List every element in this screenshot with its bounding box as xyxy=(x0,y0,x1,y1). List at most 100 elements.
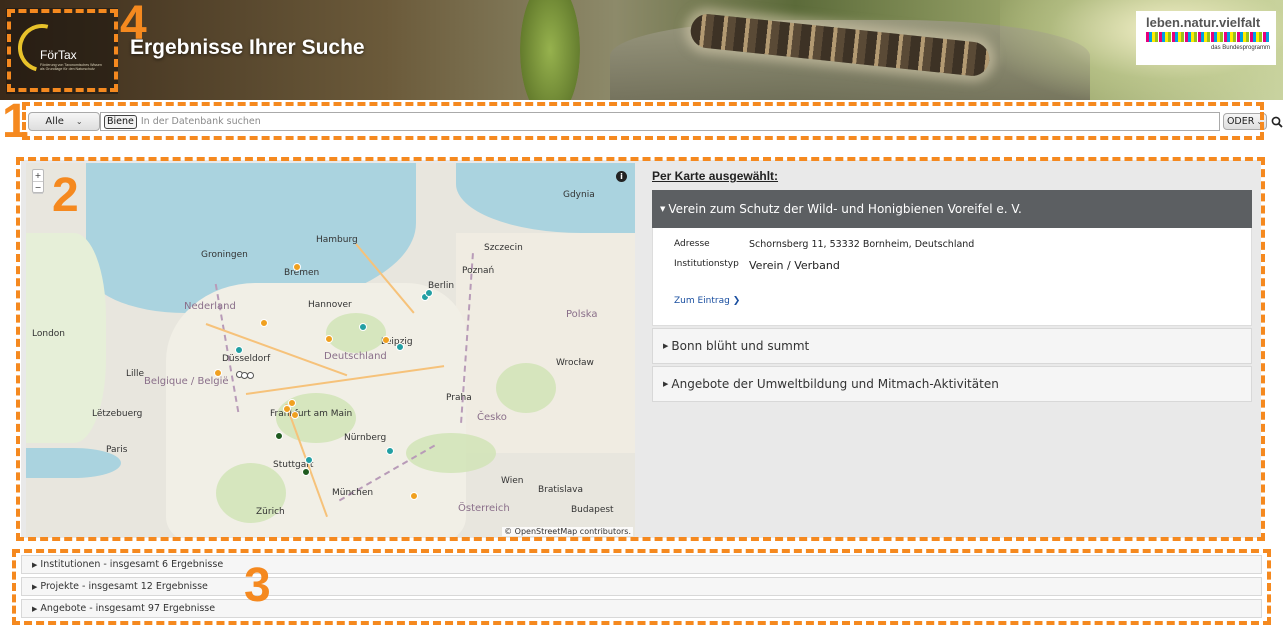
map-label-wien: Wien xyxy=(501,476,524,486)
caret-right-icon: ▶ xyxy=(663,342,669,350)
type-row: Institutionstyp Verein / Verband xyxy=(674,259,840,272)
results-heading: Per Karte ausgewählt: xyxy=(652,169,779,183)
attribution-prefix: © OpenStreetMap xyxy=(504,527,578,536)
banner-plant xyxy=(520,0,580,100)
map-marker[interactable] xyxy=(260,319,268,327)
accordion-body: Adresse Schornsberg 11, 53332 Bornheim, … xyxy=(652,228,1252,326)
map-label-wroclaw: Wrocław xyxy=(556,358,594,368)
map-label-poznan: Poznań xyxy=(462,266,495,276)
map-label-osterreich: Österreich xyxy=(458,503,510,514)
map-marker[interactable] xyxy=(382,336,390,344)
map-label-szczecin: Szczecin xyxy=(484,243,523,253)
zoom-out-button[interactable]: − xyxy=(33,182,43,194)
zum-eintrag-link[interactable]: Zum Eintrag ❯ xyxy=(674,296,740,306)
logo-subtitle: Förderung von Taxonomisches Wissen als G… xyxy=(40,63,102,72)
search-tag-chip[interactable]: Biene xyxy=(104,114,137,129)
search-placeholder: In der Datenbank suchen xyxy=(140,116,261,127)
annotation-number-4: 4 xyxy=(120,0,147,50)
accordion-header[interactable]: ▶ Bonn blüht und summt xyxy=(652,328,1252,364)
address-value: Schornsberg 11, 53332 Bornheim, Deutschl… xyxy=(749,239,975,250)
map-label-dusseldorf: Düsseldorf xyxy=(222,354,271,364)
map-label-nurnberg: Nürnberg xyxy=(344,433,387,443)
annotation-number-1: 1 xyxy=(2,95,29,148)
map-label-gdynia: Gdynia xyxy=(563,190,595,200)
address-label: Adresse xyxy=(674,239,710,249)
map-label-groningen: Groningen xyxy=(201,250,248,260)
map-marker[interactable] xyxy=(293,263,301,271)
page: FörTax Förderung von Taxonomisches Wisse… xyxy=(0,0,1283,643)
caret-down-icon: ▼ xyxy=(660,205,666,213)
category-label: Projekte - insgesamt 12 Ergebnisse xyxy=(40,581,208,592)
accordion-header-open[interactable]: ▼ Verein zum Schutz der Wild- und Honigb… xyxy=(652,190,1252,228)
scope-select-value: Alle xyxy=(45,116,64,127)
map-marker[interactable] xyxy=(359,323,367,331)
caret-right-icon: ▶ xyxy=(32,582,38,591)
map-marker[interactable] xyxy=(214,369,222,377)
header-banner: FörTax Förderung von Taxonomisches Wisse… xyxy=(0,0,1283,100)
map-label-cesko: Česko xyxy=(477,412,507,423)
accordion-title: Verein zum Schutz der Wild- und Honigbie… xyxy=(668,202,1022,216)
map-label-hannover: Hannover xyxy=(308,300,352,310)
map-label-hamburg: Hamburg xyxy=(316,235,358,245)
brand-subtitle: das Bundesprogramm xyxy=(1210,45,1270,51)
category-angebote[interactable]: ▶ Angebote - insgesamt 97 Ergebnisse xyxy=(21,599,1262,618)
map-zoom-control: + − xyxy=(32,169,44,194)
map-label-luxembourg: Lëtzebuerg xyxy=(92,409,143,419)
map-marker[interactable] xyxy=(410,492,418,500)
zum-eintrag-label: Zum Eintrag xyxy=(674,296,730,306)
map-attribution: © OpenStreetMap contributors. xyxy=(502,527,633,536)
map-marker[interactable] xyxy=(396,343,404,351)
map-marker[interactable] xyxy=(291,411,299,419)
map-label-nederland: Nederland xyxy=(184,301,236,312)
brand-logo[interactable]: leben.natur.vielfalt das Bundesprogramm xyxy=(1136,11,1276,65)
chevron-right-icon: ❯ xyxy=(732,296,741,306)
map-marker[interactable] xyxy=(283,405,291,413)
type-value: Verein / Verband xyxy=(749,259,840,272)
map-marker[interactable] xyxy=(386,447,394,455)
map-label-praha: Praha xyxy=(446,393,472,403)
category-label: Institutionen - insgesamt 6 Ergebnisse xyxy=(40,559,224,570)
map-sea-baltic xyxy=(456,163,635,233)
map-label-bratislava: Bratislava xyxy=(538,485,583,495)
map-marker[interactable] xyxy=(235,346,243,354)
logic-select-value: ODER xyxy=(1226,116,1255,127)
accordion-header[interactable]: ▶ Angebote der Umweltbildung und Mitmach… xyxy=(652,366,1252,402)
map-label-polska: Polska xyxy=(566,309,598,320)
caret-right-icon: ▶ xyxy=(663,380,669,388)
brand-name: leben.natur.vielfalt xyxy=(1146,15,1261,30)
map-marker-cluster[interactable] xyxy=(247,372,254,379)
map-label-deutschland: Deutschland xyxy=(324,351,387,362)
map-label-munchen: München xyxy=(332,488,374,498)
logo-text: FörTax xyxy=(40,48,77,62)
scope-select[interactable]: Alle ⌄ xyxy=(28,112,100,131)
map-forest xyxy=(326,313,386,353)
accordion-title: Bonn blüht und summt xyxy=(671,339,810,353)
attribution-link[interactable]: contributors. xyxy=(580,527,631,536)
search-icon xyxy=(1271,116,1283,128)
map-marker[interactable] xyxy=(305,456,313,464)
annotation-number-3: 3 xyxy=(244,559,271,612)
map[interactable]: Hamburg Berlin Bremen Hannover Deutschla… xyxy=(26,163,635,537)
caret-right-icon: ▶ xyxy=(32,604,38,613)
info-icon[interactable]: i xyxy=(616,171,627,182)
map-label-bremen: Bremen xyxy=(284,268,320,278)
map-label-zurich: Zürich xyxy=(256,507,285,517)
map-marker[interactable] xyxy=(302,468,310,476)
map-marker[interactable] xyxy=(275,432,283,440)
chevron-down-icon: ⌄ xyxy=(75,117,83,126)
chevron-down-icon: ⌄ xyxy=(1256,117,1264,126)
fortax-logo[interactable]: FörTax Förderung von Taxonomisches Wisse… xyxy=(6,8,118,94)
category-projekte[interactable]: ▶ Projekte - insgesamt 12 Ergebnisse xyxy=(21,577,1262,596)
type-label: Institutionstyp xyxy=(674,259,739,269)
category-institutionen[interactable]: ▶ Institutionen - insgesamt 6 Ergebnisse xyxy=(21,555,1262,574)
map-label-budapest: Budapest xyxy=(571,505,614,515)
search-button[interactable] xyxy=(1269,113,1283,130)
search-input[interactable]: Biene In der Datenbank suchen xyxy=(100,112,1220,131)
logic-select[interactable]: ODER ⌄ xyxy=(1223,113,1267,130)
map-marker[interactable] xyxy=(425,289,433,297)
accordion-title: Angebote der Umweltbildung und Mitmach-A… xyxy=(671,377,999,391)
zoom-in-button[interactable]: + xyxy=(33,170,43,182)
caret-right-icon: ▶ xyxy=(32,560,38,569)
map-marker[interactable] xyxy=(325,335,333,343)
address-row: Adresse Schornsberg 11, 53332 Bornheim, … xyxy=(674,239,974,250)
